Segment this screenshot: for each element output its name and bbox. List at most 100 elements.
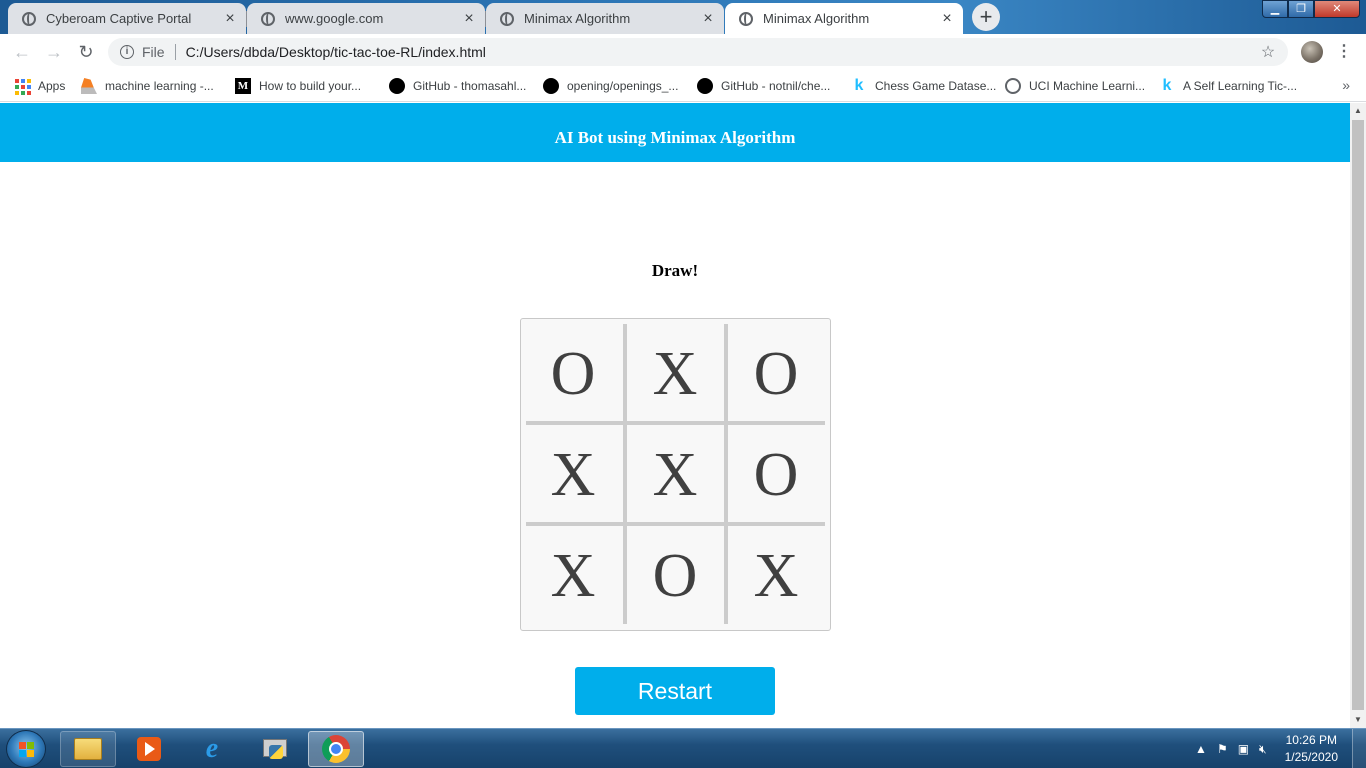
github-icon	[543, 78, 559, 94]
bookmark-machine-learning[interactable]: machine learning -...	[81, 76, 214, 96]
medium-icon: M	[235, 78, 251, 94]
action-center-flag-icon[interactable]: ⚑	[1217, 742, 1228, 756]
url-text[interactable]: C:/Users/dbda/Desktop/tic-tac-toe-RL/ind…	[186, 44, 1256, 60]
url-scheme: File	[142, 44, 165, 60]
taskbar-media-player[interactable]	[121, 731, 177, 767]
internet-explorer-icon: e	[205, 733, 219, 764]
bookmark-label: UCI Machine Learni...	[1029, 79, 1146, 93]
bookmark-github-thomasahl[interactable]: GitHub - thomasahl...	[389, 76, 526, 96]
python-idle-icon	[261, 737, 287, 761]
board-cell[interactable]: O	[524, 322, 622, 420]
kaggle-icon: k	[854, 77, 864, 94]
back-arrow-icon[interactable]: ←	[10, 40, 34, 64]
game-status: Draw!	[651, 261, 699, 280]
windows-taskbar: e ▲ ⚑ ▣ 🔇︎ 10:26 PM 1/25/2020	[0, 728, 1366, 768]
bookmark-uci[interactable]: UCI Machine Learni...	[1005, 76, 1145, 96]
address-bar[interactable]: i File C:/Users/dbda/Desktop/tic-tac-toe…	[108, 38, 1288, 66]
clock-time: 10:26 PM	[1285, 733, 1337, 747]
bookmark-openings[interactable]: opening/openings_...	[543, 76, 678, 96]
info-icon[interactable]: i	[120, 45, 134, 59]
reload-icon[interactable]: ↻	[74, 40, 98, 64]
globe-icon	[739, 11, 753, 26]
tab-google[interactable]: www.google.com ×	[247, 3, 486, 34]
chrome-icon	[322, 735, 350, 763]
globe-icon	[500, 11, 514, 26]
tab-title: Minimax Algorithm	[763, 11, 870, 26]
board-cell[interactable]: X	[524, 524, 622, 622]
bookmark-label: A Self Learning Tic-...	[1183, 79, 1298, 93]
page-scrollbar[interactable]: ▲ ▼	[1350, 103, 1366, 728]
stackoverflow-icon	[81, 78, 97, 94]
media-player-icon	[137, 737, 161, 761]
github-icon	[389, 78, 405, 94]
bookmark-label: How to build your...	[259, 79, 362, 93]
board-cell[interactable]: X	[626, 423, 724, 521]
bookmark-github-notnil[interactable]: GitHub - notnil/che...	[697, 76, 830, 96]
board-cell[interactable]: X	[626, 322, 724, 420]
kaggle-icon: k	[1162, 77, 1172, 94]
github-icon	[697, 78, 713, 94]
network-icon[interactable]: ▣	[1238, 742, 1249, 756]
bookmark-apps[interactable]: Apps	[14, 76, 65, 96]
tab-minimax-2-active[interactable]: Minimax Algorithm ×	[725, 3, 963, 34]
window-close-button[interactable]: ✕	[1314, 0, 1360, 18]
page-viewport: AI Bot using Minimax Algorithm Draw! O X…	[0, 103, 1350, 728]
forward-arrow-icon[interactable]: →	[42, 40, 66, 64]
bookmark-star-icon[interactable]: ☆	[1256, 42, 1280, 62]
scroll-down-icon[interactable]: ▼	[1350, 712, 1366, 728]
taskbar-chrome[interactable]	[308, 731, 364, 767]
restart-button[interactable]: Restart	[575, 667, 775, 715]
system-tray: ▲ ⚑ ▣ 🔇︎ 10:26 PM 1/25/2020	[1195, 729, 1338, 768]
bookmarks-bar: Apps machine learning -... M How to buil…	[0, 70, 1366, 102]
board-cell[interactable]: O	[626, 524, 724, 622]
board-cell[interactable]: X	[727, 524, 825, 622]
tic-tac-toe-board: O X O X X O X O X	[520, 318, 831, 631]
bookmarks-overflow-icon[interactable]: »	[1342, 77, 1350, 93]
globe-icon	[261, 11, 275, 26]
show-desktop-button[interactable]	[1352, 729, 1366, 768]
tab-title: www.google.com	[285, 11, 384, 26]
bookmark-label: opening/openings_...	[567, 79, 679, 93]
bookmark-self-learning[interactable]: k A Self Learning Tic-...	[1159, 76, 1298, 96]
restore-button[interactable]: ❐	[1288, 0, 1314, 18]
tab-title: Cyberoam Captive Portal	[46, 11, 192, 26]
bookmark-chess-dataset[interactable]: k Chess Game Datase...	[851, 76, 997, 96]
show-hidden-icons-icon[interactable]: ▲	[1195, 742, 1207, 756]
close-tab-icon[interactable]: ×	[698, 10, 718, 28]
bookmark-label: GitHub - notnil/che...	[721, 79, 831, 93]
close-tab-icon[interactable]: ×	[220, 10, 240, 28]
tab-strip: Cyberoam Captive Portal × www.google.com…	[0, 0, 1366, 34]
browser-toolbar: ← → ↻ i File C:/Users/dbda/Desktop/tic-t…	[0, 34, 1366, 70]
taskbar-clock[interactable]: 10:26 PM 1/25/2020	[1285, 732, 1338, 766]
apps-grid-icon	[14, 78, 31, 95]
profile-avatar[interactable]	[1301, 41, 1323, 63]
chrome-menu-icon[interactable]: ⋮	[1336, 41, 1352, 63]
volume-muted-icon[interactable]: 🔇︎	[1259, 742, 1267, 757]
tab-cyberoam[interactable]: Cyberoam Captive Portal ×	[8, 3, 247, 34]
close-tab-icon[interactable]: ×	[937, 10, 957, 28]
tab-title: Minimax Algorithm	[524, 11, 631, 26]
globe-icon	[1005, 78, 1021, 94]
bookmark-how-to-build[interactable]: M How to build your...	[235, 76, 361, 96]
taskbar-explorer[interactable]	[60, 731, 116, 767]
bookmark-label: GitHub - thomasahl...	[413, 79, 527, 93]
windows-explorer-icon	[74, 738, 102, 760]
minimize-button[interactable]: ▁	[1262, 0, 1288, 18]
clock-date: 1/25/2020	[1284, 750, 1338, 764]
start-button[interactable]	[6, 730, 46, 768]
omnibox-divider	[174, 44, 176, 60]
board-cell[interactable]: X	[524, 423, 622, 521]
scrollbar-thumb[interactable]	[1352, 120, 1364, 710]
new-tab-button[interactable]: +	[972, 3, 1000, 31]
close-tab-icon[interactable]: ×	[459, 10, 479, 28]
board-cell[interactable]: O	[727, 423, 825, 521]
bookmark-label: Chess Game Datase...	[875, 79, 997, 93]
taskbar-internet-explorer[interactable]: e	[184, 731, 240, 767]
board-cell[interactable]: O	[727, 322, 825, 420]
taskbar-python[interactable]	[246, 731, 302, 767]
tab-minimax-1[interactable]: Minimax Algorithm ×	[486, 3, 724, 34]
scroll-up-icon[interactable]: ▲	[1350, 103, 1366, 119]
globe-icon	[22, 11, 36, 26]
bookmark-label: Apps	[38, 79, 66, 93]
page-title: AI Bot using Minimax Algorithm	[0, 103, 1350, 162]
